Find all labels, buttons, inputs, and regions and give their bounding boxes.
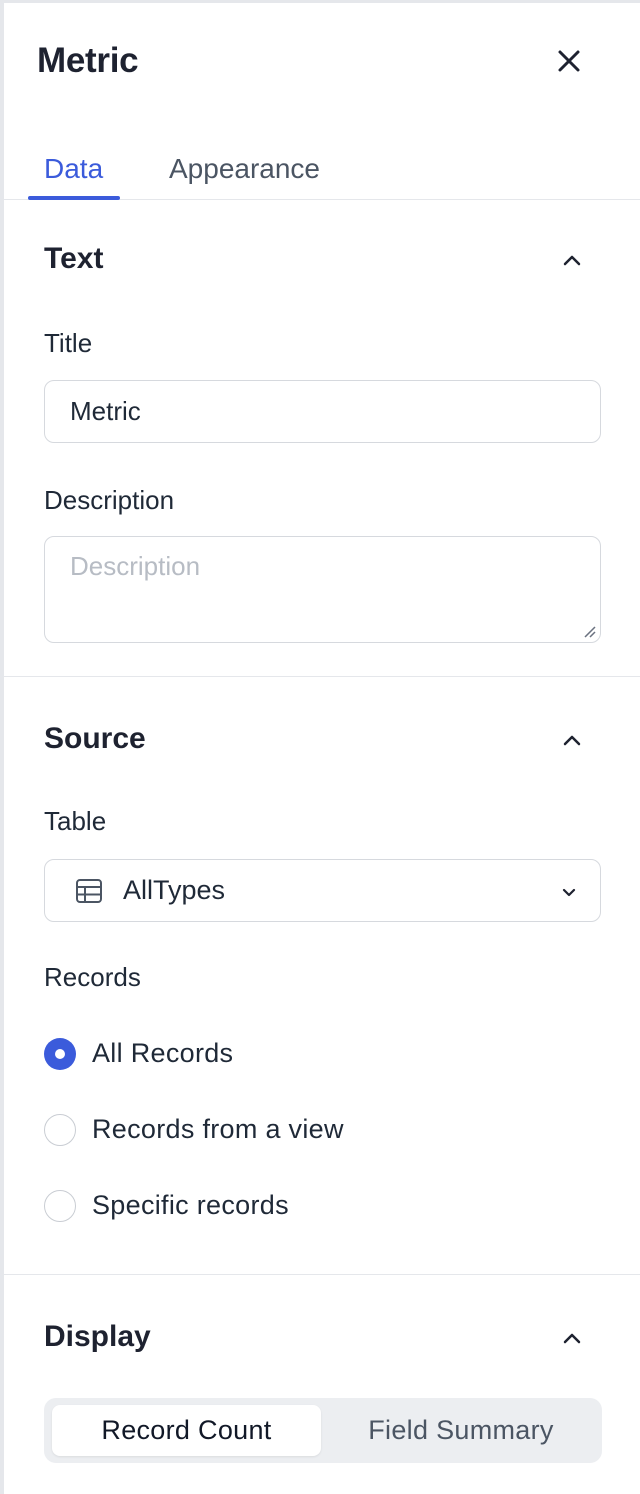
text-section-collapse-button[interactable] — [556, 245, 588, 277]
description-textarea[interactable] — [44, 536, 601, 643]
chevron-down-icon — [562, 888, 576, 897]
tab-data[interactable]: Data — [44, 153, 103, 185]
close-icon — [558, 50, 580, 72]
chevron-up-icon — [563, 255, 581, 266]
radio-label: Specific records — [92, 1190, 289, 1220]
close-button[interactable] — [549, 41, 589, 81]
table-select[interactable]: AllTypes — [44, 859, 601, 922]
metric-settings-panel: Metric Data Appearance Text Title Descri… — [0, 0, 640, 1494]
title-field-label: Title — [44, 328, 93, 358]
display-mode-segmented-control: Record Count Field Summary — [44, 1398, 602, 1463]
title-input[interactable] — [44, 380, 601, 443]
description-field-label: Description — [44, 485, 175, 515]
segment-field-summary[interactable]: Field Summary — [327, 1405, 595, 1456]
source-section: Source Table AllTypes Records All Record… — [4, 677, 640, 1275]
text-section-title: Text — [44, 242, 104, 275]
radio-indicator — [44, 1114, 76, 1146]
radio-label: Records from a view — [92, 1114, 344, 1144]
text-section: Text Title Description — [4, 200, 640, 677]
table-select-value: AllTypes — [123, 875, 226, 905]
radio-label: All Records — [92, 1038, 234, 1068]
source-section-title: Source — [44, 722, 146, 755]
source-section-collapse-button[interactable] — [556, 725, 588, 757]
chevron-up-icon — [563, 1333, 581, 1344]
radio-indicator — [44, 1038, 76, 1070]
panel-header: Metric — [4, 3, 640, 118]
chevron-up-icon — [563, 735, 581, 746]
panel-title: Metric — [37, 41, 139, 80]
records-field-label: Records — [44, 962, 141, 992]
radio-indicator — [44, 1190, 76, 1222]
segment-record-count[interactable]: Record Count — [52, 1405, 321, 1456]
display-section-title: Display — [44, 1320, 151, 1353]
table-icon — [76, 879, 102, 903]
tab-appearance[interactable]: Appearance — [169, 153, 320, 185]
textarea-resize-handle[interactable] — [581, 623, 597, 639]
tab-bar: Data Appearance — [4, 143, 640, 200]
display-section-collapse-button[interactable] — [556, 1323, 588, 1355]
table-field-label: Table — [44, 806, 107, 836]
